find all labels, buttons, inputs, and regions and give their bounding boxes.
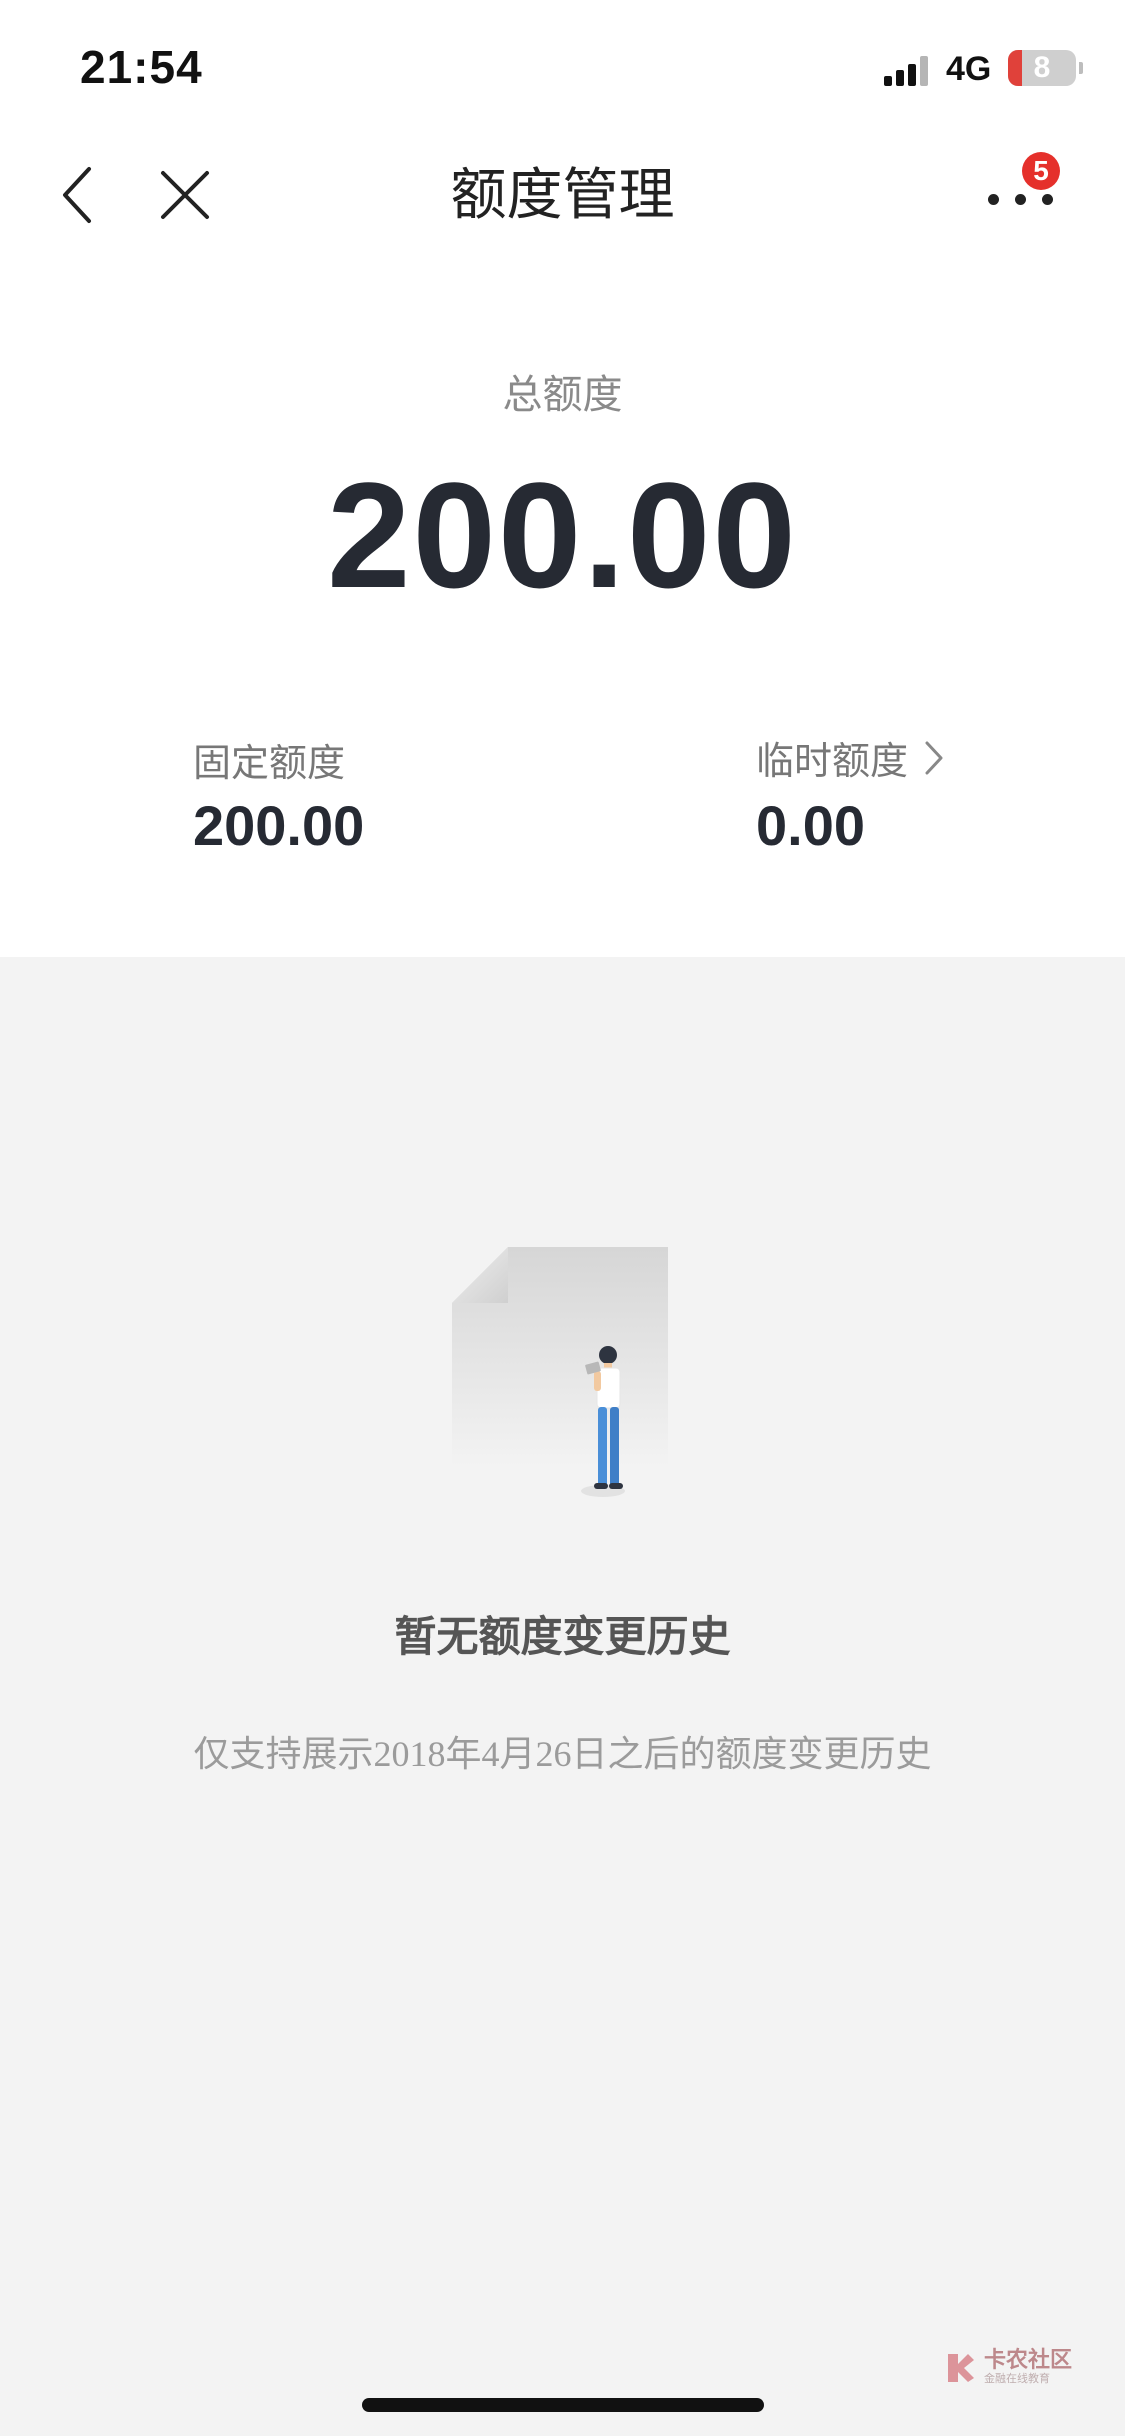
watermark: 卡农社区 金融在线教育	[944, 2348, 1072, 2386]
close-button[interactable]	[150, 160, 220, 230]
fixed-quota-label: 固定额度	[193, 743, 346, 785]
home-indicator[interactable]	[362, 2398, 764, 2412]
watermark-subtitle: 金融在线教育	[984, 2373, 1050, 2385]
temp-quota-link[interactable]: 临时额度	[756, 730, 944, 785]
empty-state-description: 仅支持展示2018年4月26日之后的额度变更历史	[193, 1734, 932, 1774]
notification-badge: 5	[1022, 152, 1060, 190]
more-icon	[988, 194, 999, 205]
empty-document-icon	[452, 1247, 668, 1497]
watermark-name: 卡农社区	[984, 2347, 1073, 2372]
fixed-quota-value: 200.00	[193, 794, 365, 857]
signal-icon	[884, 56, 930, 86]
quota-summary-panel: 21:54 4G 8 额度管理 5 总额度 200.00 固定额度 200.00…	[0, 0, 1125, 957]
temp-quota-value: 0.00	[756, 794, 865, 857]
back-button[interactable]	[42, 160, 112, 230]
total-quota-value: 200.00	[327, 451, 798, 619]
battery-level: 8	[1033, 51, 1051, 84]
back-icon	[63, 167, 91, 223]
battery-icon: 8	[1008, 50, 1076, 86]
total-quota-label: 总额度	[502, 373, 623, 417]
chevron-right-icon	[925, 741, 943, 774]
close-icon	[161, 171, 209, 219]
watermark-logo-icon	[948, 2354, 974, 2382]
temp-quota-label: 临时额度	[756, 741, 909, 783]
empty-state-title: 暂无额度变更历史	[394, 1613, 731, 1660]
status-time: 21:54	[80, 41, 203, 93]
network-type: 4G	[946, 50, 992, 88]
screen: 21:54 4G 8 额度管理 5 总额度 200.00 固定额度 200.00…	[0, 0, 1125, 2436]
